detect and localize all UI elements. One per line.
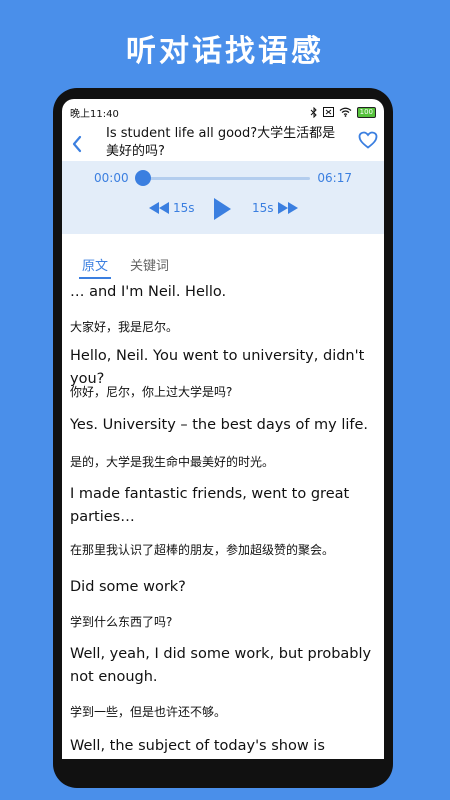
back-button[interactable] [66,133,88,155]
transcript-line: 在那里我认识了超棒的朋友，参加超级赞的聚会。 [70,543,335,557]
transcript-line: 大家好，我是尼尔。 [70,320,179,334]
app-screen: 晚上11:40 100 Is student life all good?大学生… [62,99,384,759]
content-tabs: 原文 关键词 [62,251,384,279]
status-time: 晚上11:40 [70,108,119,120]
progress-track[interactable] [142,177,310,180]
chevron-left-icon [72,135,82,153]
tab-transcript[interactable]: 原文 [82,255,108,274]
rewind-icon [149,202,169,214]
play-button[interactable] [212,197,232,221]
total-time: 06:17 [317,171,352,185]
transcript-line: 学到一些，但是也许还不够。 [70,705,227,719]
transcript-line: Did some work? [70,579,186,595]
wifi-icon [339,107,352,117]
audio-player: 00:00 06:17 15s 15s [62,161,384,234]
bluetooth-icon [310,106,317,118]
status-icons: 100 [310,106,376,118]
fast-forward-icon [277,202,298,214]
tab-indicator [79,277,111,279]
rewind-label: 15s [173,201,195,215]
status-bar: 晚上11:40 100 [62,99,384,125]
heart-icon [358,131,378,149]
transcript-line: 你好，尼尔，你上过大学是吗? [70,385,233,399]
lesson-title: Is student life all good?大学生活都是美好的吗? [106,126,336,159]
favorite-button[interactable] [356,128,380,152]
transcript-line: 是的，大学是我生命中最美好的时光。 [70,455,275,469]
tab-keywords[interactable]: 关键词 [130,255,169,274]
play-icon [214,198,231,220]
transcript-line: Well, the subject of today's show is stu… [70,738,325,754]
battery-icon: 100 [356,106,376,118]
current-time: 00:00 [94,171,129,185]
transcript-line: … and I'm Neil. Hello. [70,284,227,300]
transcript-line: I made fantastic friends, went to great … [70,486,350,525]
rewind-15s-button[interactable]: 15s [148,201,195,215]
notification-off-icon [322,107,334,117]
transcript-line: Well, yeah, I did some work, but probabl… [70,646,372,685]
transcript-line: 学到什么东西了吗? [70,615,173,629]
promo-title: 听对话找语感 [126,34,324,69]
forward-label: 15s [252,201,274,215]
forward-15s-button[interactable]: 15s [252,201,299,215]
progress-knob[interactable] [135,170,151,186]
transcript-line: Yes. University – the best days of my li… [70,417,369,433]
